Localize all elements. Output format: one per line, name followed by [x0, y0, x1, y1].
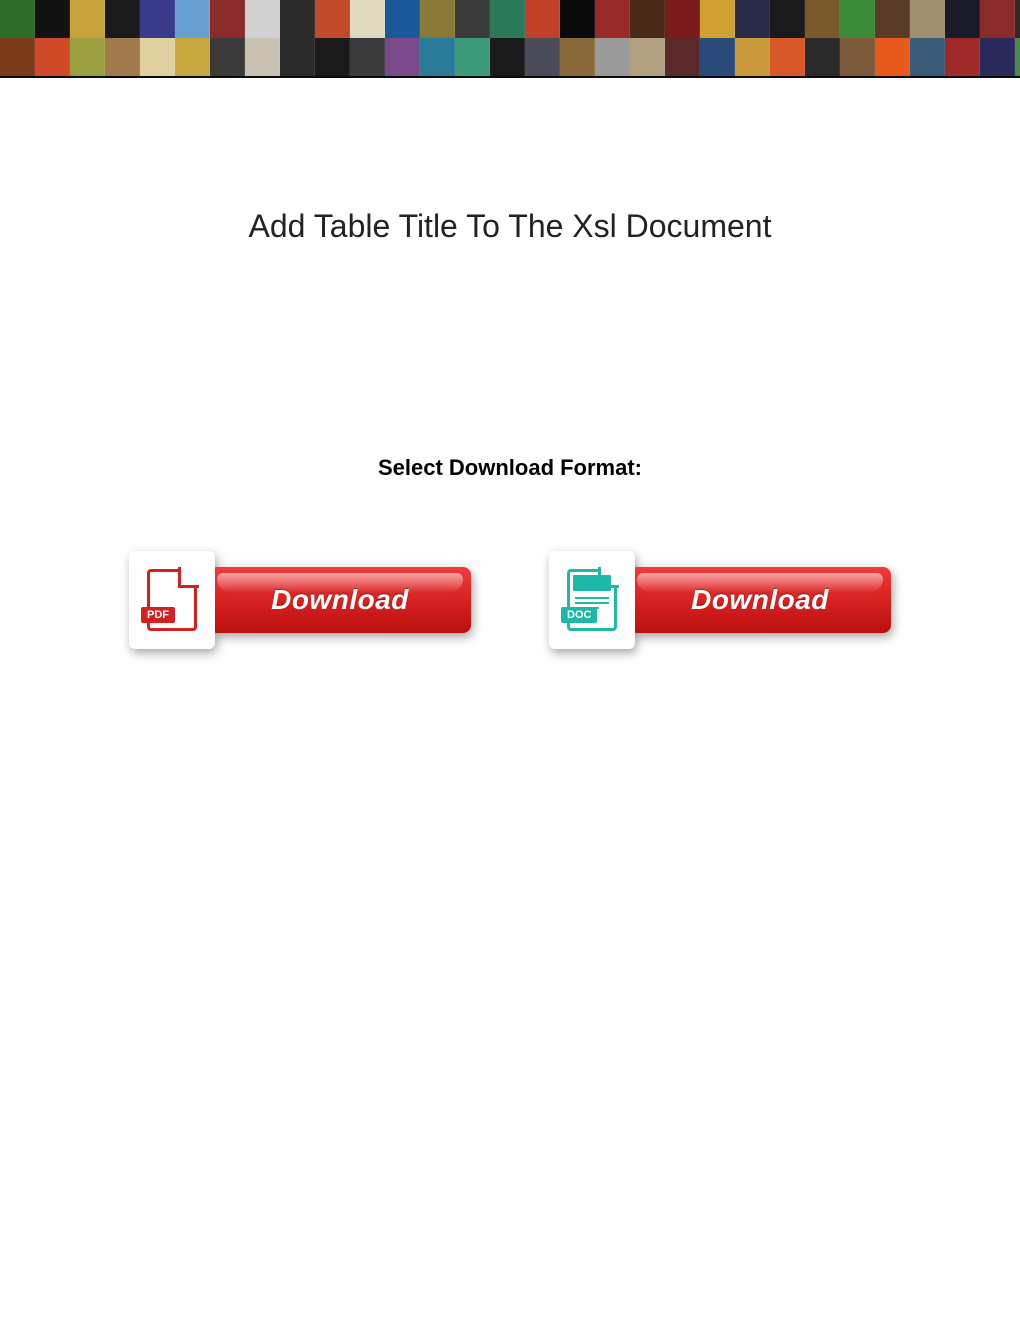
download-pdf-button[interactable]: PDF Download: [129, 551, 471, 649]
doc-icon: DOC: [549, 551, 635, 649]
download-doc-label: Download: [691, 584, 829, 616]
download-doc-button[interactable]: DOC Download: [549, 551, 891, 649]
pdf-icon: PDF: [129, 551, 215, 649]
download-buttons-row: PDF Download DOC Download: [0, 551, 1020, 649]
format-heading: Select Download Format:: [0, 455, 1020, 481]
page-body: Add Table Title To The Xsl Document Sele…: [0, 208, 1020, 649]
doc-icon-label: DOC: [561, 607, 597, 623]
download-pdf-label: Download: [271, 584, 409, 616]
banner-collage: [0, 0, 1020, 78]
pdf-icon-label: PDF: [141, 607, 175, 623]
page-title: Add Table Title To The Xsl Document: [0, 208, 1020, 245]
